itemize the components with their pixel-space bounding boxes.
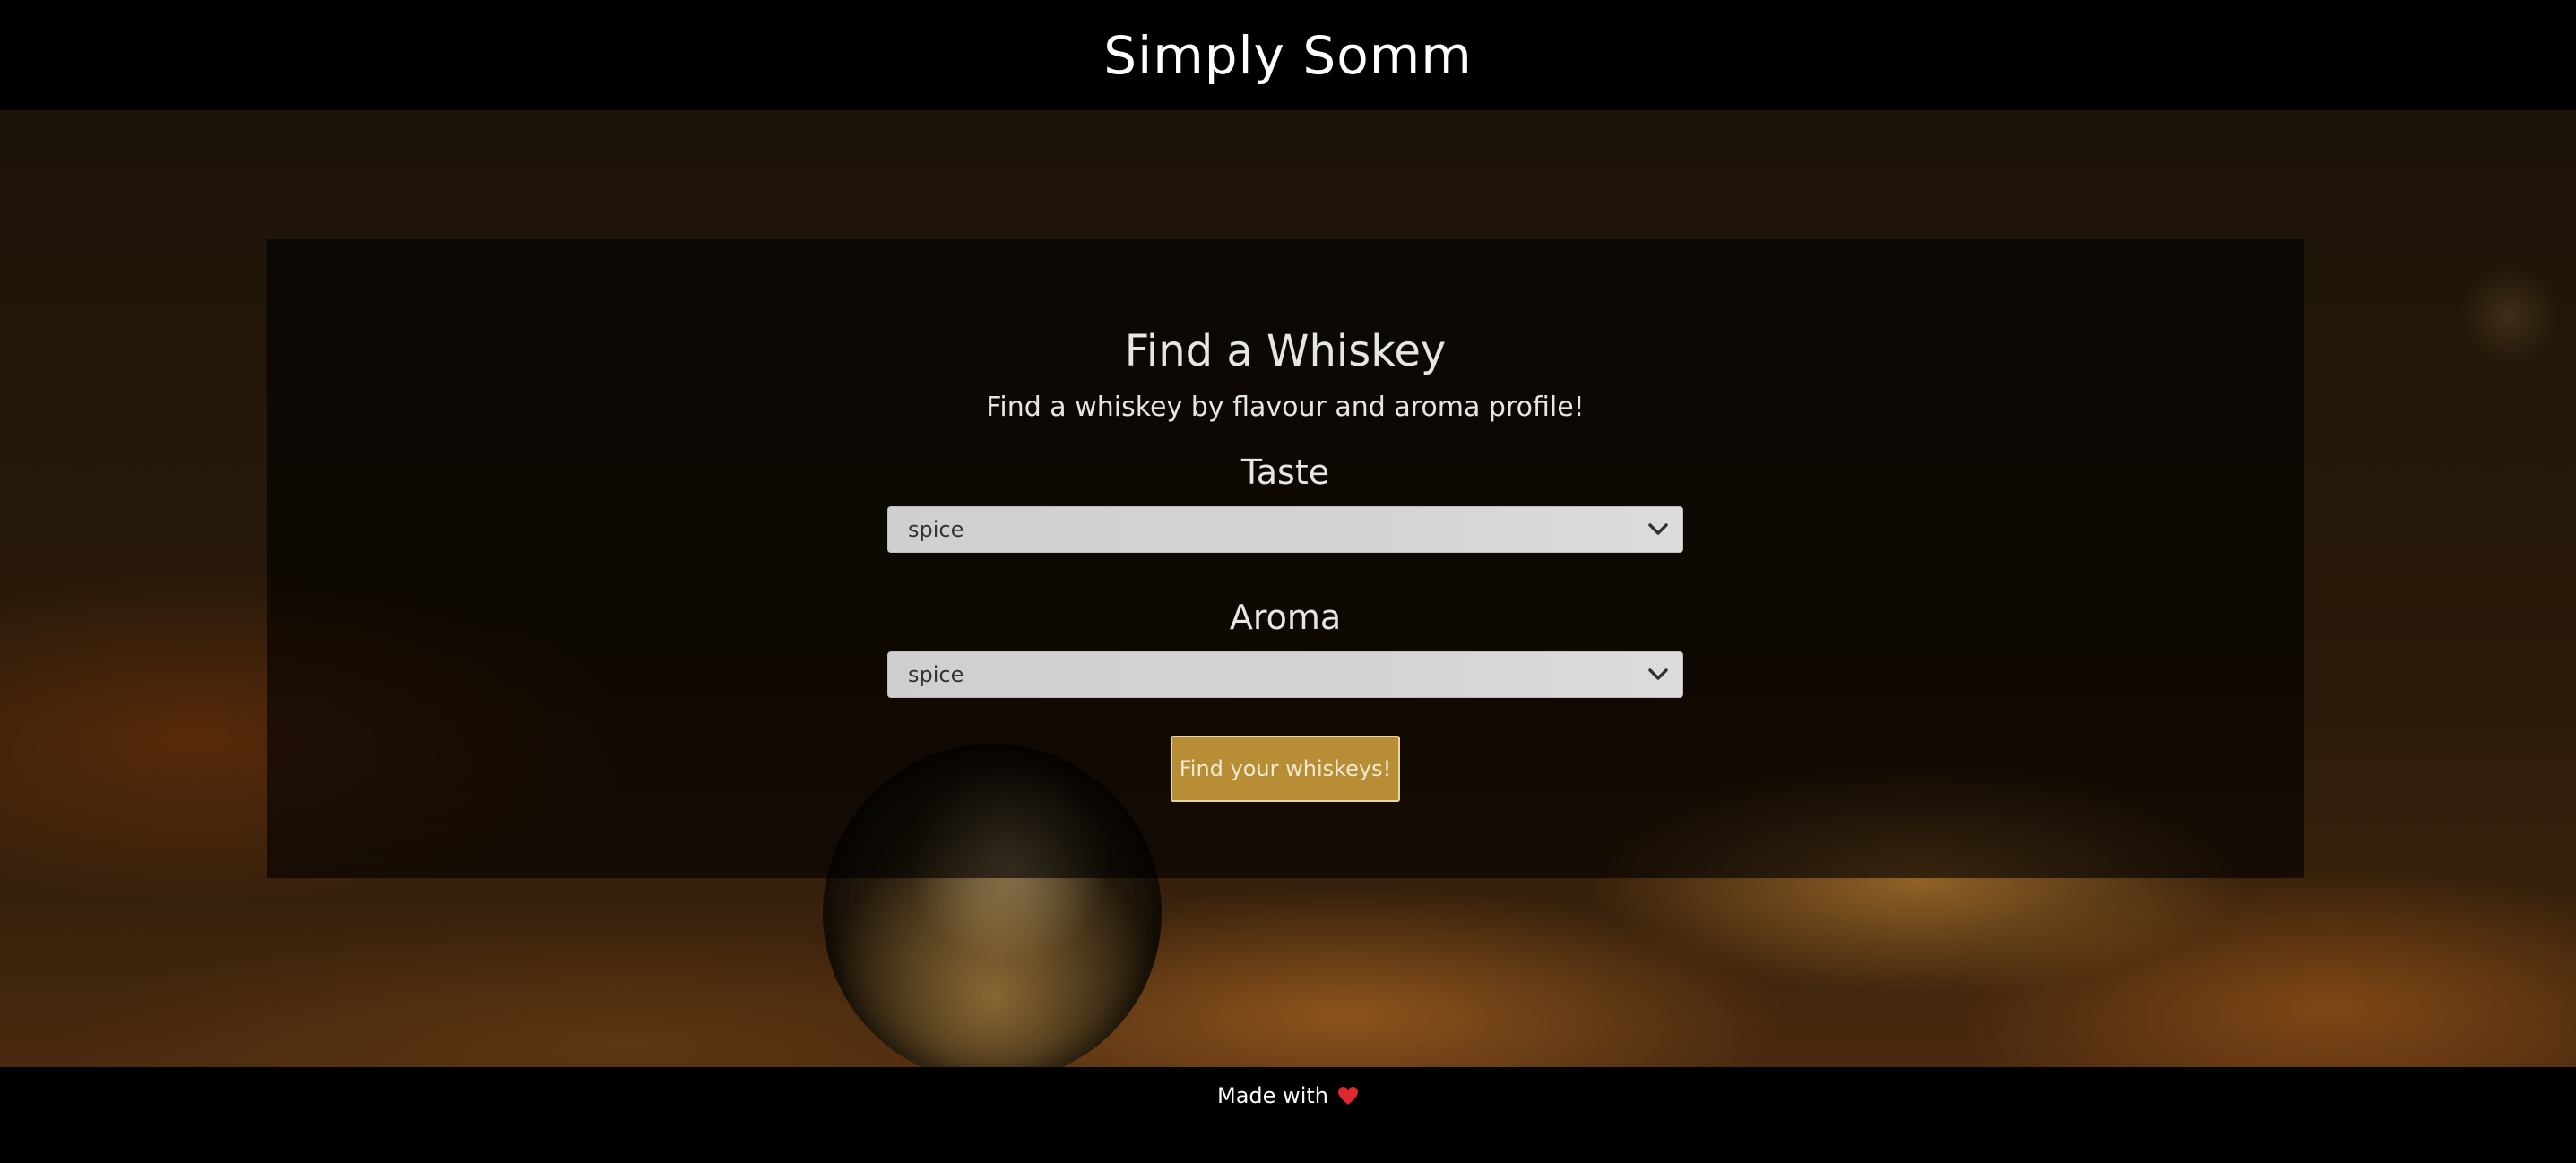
- site-footer: Made with: [0, 1067, 2576, 1163]
- site-header: Simply Somm: [0, 0, 2576, 110]
- footer-credit: Made with: [1217, 1078, 1359, 1114]
- aroma-label: Aroma: [1229, 598, 1342, 637]
- find-whiskeys-button[interactable]: Find your whiskeys!: [1171, 736, 1400, 802]
- taste-select[interactable]: spice: [887, 506, 1683, 553]
- app-root: Simply Somm Find a Whiskey Find a whiske…: [0, 0, 2576, 1163]
- finder-subtitle: Find a whiskey by flavour and aroma prof…: [986, 392, 1585, 423]
- chevron-down-icon: [1648, 668, 1668, 680]
- whiskey-finder-card: Find a Whiskey Find a whiskey by flavour…: [267, 239, 2304, 878]
- chevron-down-icon: [1648, 523, 1668, 535]
- taste-label: Taste: [1240, 452, 1330, 492]
- heart-icon: [1337, 1087, 1358, 1105]
- aroma-select-value: spice: [908, 662, 964, 687]
- aroma-select[interactable]: spice: [887, 651, 1683, 698]
- site-title: Simply Somm: [1103, 24, 1473, 86]
- footer-text: Made with: [1217, 1083, 1328, 1108]
- taste-select-value: spice: [908, 517, 964, 542]
- finder-title: Find a Whiskey: [1124, 326, 1447, 376]
